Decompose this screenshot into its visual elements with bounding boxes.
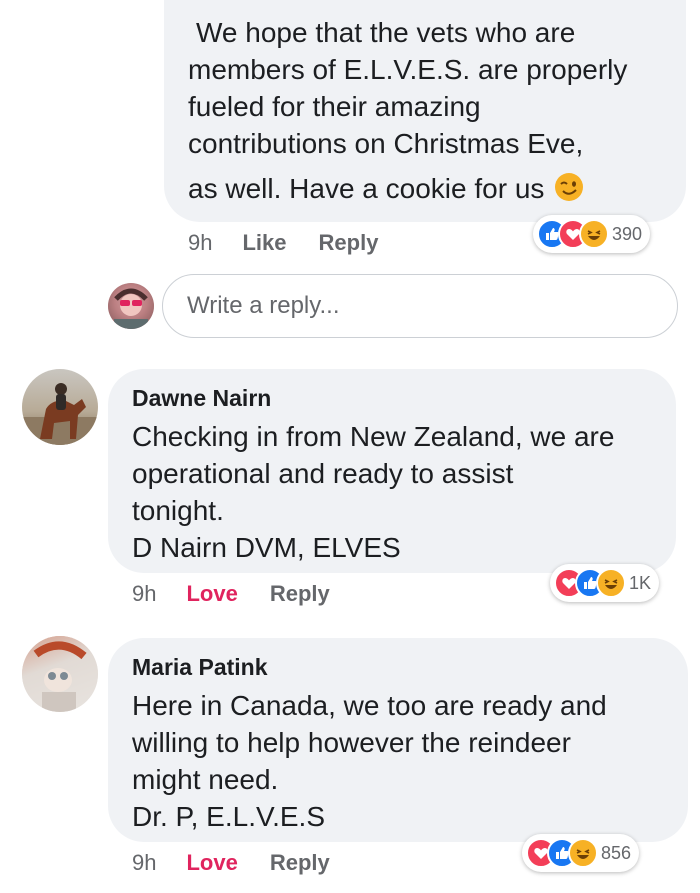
- reaction-count: 1K: [629, 572, 652, 593]
- timestamp: 9h: [188, 230, 213, 255]
- reaction-summary[interactable]: 390: [533, 215, 651, 253]
- haha-icon: [568, 838, 598, 868]
- reaction-summary[interactable]: 856: [522, 834, 640, 872]
- avatar: [22, 369, 98, 445]
- comment-line: contributions on Christmas Eve,: [188, 128, 584, 159]
- comment-line: willing to help however the reindeer: [132, 727, 571, 758]
- comment-bubble-top: We hope that the vets who are members of…: [164, 0, 686, 222]
- haha-icon: [596, 568, 626, 598]
- comment-line: operational and ready to assist: [132, 458, 514, 489]
- user-avatar: [108, 283, 154, 329]
- comment-author[interactable]: Maria Patink: [132, 654, 664, 681]
- reply-input[interactable]: [187, 292, 677, 320]
- avatar: [22, 636, 98, 712]
- comment-bubble: Dawne Nairn Checking in from New Zealand…: [108, 369, 676, 573]
- reaction-summary[interactable]: 1K: [550, 564, 660, 602]
- comment-line: members of E.L.V.E.S. are properly: [188, 54, 628, 85]
- reply-input-box[interactable]: [162, 274, 678, 338]
- comment-actions: 9h Love Reply: [132, 850, 362, 876]
- reply-button[interactable]: Reply: [319, 230, 379, 256]
- comment-line: as well. Have a cookie for us: [188, 173, 545, 204]
- comment-line: fueled for their amazing: [188, 91, 481, 122]
- comment-actions-top: 9h Like Reply: [188, 230, 410, 256]
- like-button[interactable]: Like: [242, 230, 286, 256]
- reply-button[interactable]: Reply: [270, 581, 330, 607]
- timestamp: 9h: [132, 850, 157, 875]
- comment-text: Here in Canada, we too are ready and wil…: [132, 687, 664, 835]
- love-button[interactable]: Love: [186, 581, 237, 607]
- comment-line: tonight.: [132, 495, 224, 526]
- love-button[interactable]: Love: [186, 850, 237, 876]
- reaction-count: 390: [612, 223, 643, 244]
- comment-text: Checking in from New Zealand, we are ope…: [132, 418, 652, 566]
- comment-line: Dr. P, E.L.V.E.S: [132, 801, 326, 832]
- comment-line: Checking in from New Zealand, we are: [132, 421, 615, 452]
- timestamp: 9h: [132, 581, 157, 606]
- wink-emoji: [554, 172, 584, 211]
- reply-button[interactable]: Reply: [270, 850, 330, 876]
- reaction-count: 856: [601, 842, 632, 863]
- comment-text: We hope that the vets who are members of…: [188, 14, 662, 211]
- comment-author[interactable]: Dawne Nairn: [132, 385, 652, 412]
- comment-actions: 9h Love Reply: [132, 581, 362, 607]
- comment-line: Here in Canada, we too are ready and: [132, 690, 607, 721]
- haha-icon: [579, 219, 609, 249]
- comment-line: We hope that the vets who are: [196, 17, 576, 48]
- comment-bubble: Maria Patink Here in Canada, we too are …: [108, 638, 688, 842]
- comment-line: might need.: [132, 764, 279, 795]
- comment-line: D Nairn DVM, ELVES: [132, 532, 401, 563]
